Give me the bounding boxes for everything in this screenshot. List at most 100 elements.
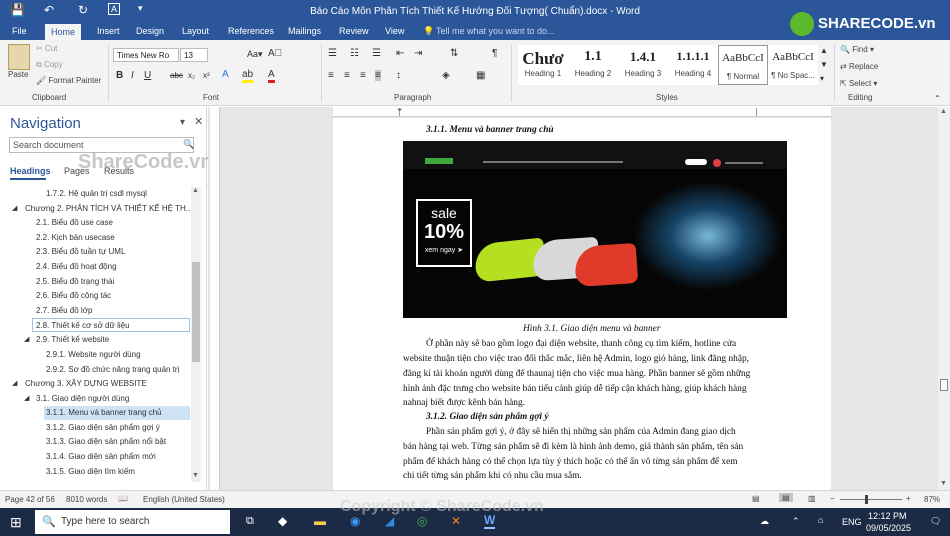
nav-tab-headings[interactable]: Headings [10, 166, 51, 176]
collapse-icon[interactable]: ◢ [12, 379, 17, 387]
nav-heading-item-selected[interactable]: 3.1.1. Menu và banner trang chủ [44, 406, 190, 420]
nav-heading-item[interactable]: 3.1.5. Giao diện tìm kiếm [46, 467, 135, 476]
nav-heading-item[interactable]: 2.3. Biểu đồ tuần tự UML [36, 247, 125, 256]
nav-scroll-thumb[interactable] [192, 262, 200, 362]
multilevel-list-icon[interactable]: ☰ [372, 48, 381, 59]
borders-icon[interactable]: ▦ [476, 70, 485, 81]
font-color-icon[interactable]: A [268, 69, 275, 83]
network-icon[interactable]: ⌂ [818, 515, 823, 525]
zoom-out-icon[interactable]: − [830, 494, 835, 503]
nav-heading-item[interactable]: 2.9. Thiết kế website [36, 335, 109, 344]
strikethrough-icon[interactable]: abc [170, 71, 183, 80]
sort-icon[interactable]: ⇅ [450, 48, 458, 59]
nav-heading-item[interactable]: 3.1.3. Giao diện sản phẩm nổi bật [46, 437, 166, 446]
notification-icon[interactable]: 🗨 [930, 516, 941, 527]
style-heading-3[interactable]: 1.4.1 Heading 3 [618, 45, 668, 85]
tab-design[interactable]: Design [136, 26, 164, 36]
italic-icon[interactable]: I [131, 70, 134, 81]
text-effects-icon[interactable]: A [222, 69, 229, 80]
justify-icon[interactable]: ≡ [375, 70, 381, 81]
taskbar-search-box[interactable]: Type here to search [35, 510, 230, 534]
underline-icon[interactable]: U [144, 70, 151, 81]
copilot-icon[interactable]: ◆ [278, 514, 287, 528]
styles-scroll-down-icon[interactable]: ▼ [820, 60, 828, 69]
word-count[interactable]: 8010 words [66, 495, 107, 504]
tab-view[interactable]: View [385, 26, 404, 36]
nav-heading-item[interactable]: 2.6. Biểu đồ cộng tác [36, 291, 111, 300]
nav-heading-item[interactable]: 2.9.1. Website người dùng [46, 350, 141, 359]
style-normal[interactable]: AaBbCcI ¶ Normal [718, 45, 768, 85]
page-count[interactable]: Page 42 of 56 [5, 495, 55, 504]
clock-date[interactable]: 09/05/2025 [866, 523, 911, 533]
align-left-icon[interactable]: ≡ [328, 70, 334, 81]
document-scroll-thumb[interactable] [940, 379, 948, 391]
tab-file[interactable]: File [12, 26, 27, 36]
close-icon[interactable]: ✕ [194, 115, 203, 128]
collapse-icon[interactable]: ◢ [12, 204, 17, 212]
windows-start-icon[interactable]: ⊞ [10, 514, 22, 531]
nav-heading-item[interactable]: 2.1. Biểu đồ use case [36, 218, 113, 227]
tab-home[interactable]: Home [45, 24, 82, 40]
print-layout-icon[interactable]: ▤ [779, 493, 793, 502]
nav-heading-item[interactable]: Chương 2. PHÂN TÍCH VÀ THIẾT KẾ HỆ TH... [25, 204, 192, 213]
scroll-up-icon[interactable]: ▲ [192, 187, 199, 194]
align-right-icon[interactable]: ≡ [360, 70, 366, 81]
line-spacing-icon[interactable]: ↕ [396, 70, 401, 81]
nav-heading-item[interactable]: 2.9.2. Sơ đồ chức năng trang quản trị [46, 365, 179, 374]
tab-layout[interactable]: Layout [182, 26, 209, 36]
proofing-icon[interactable]: 📖 [118, 494, 128, 503]
web-layout-icon[interactable]: ▥ [808, 494, 816, 503]
search-icon[interactable]: 🔍 [183, 139, 194, 150]
zoom-slider-thumb[interactable] [865, 495, 868, 504]
tab-review[interactable]: Review [339, 26, 369, 36]
zoom-level[interactable]: 87% [924, 495, 940, 504]
indent-marker-icon[interactable]: ⏷ [397, 107, 403, 115]
styles-scroll-up-icon[interactable]: ▲ [820, 46, 828, 55]
tell-me-box[interactable]: Tell me what you want to do... [436, 26, 555, 36]
nav-heading-item[interactable]: 2.7. Biểu đồ lớp [36, 306, 92, 315]
clear-format-icon[interactable]: A⃠ [268, 48, 282, 59]
nav-heading-item[interactable]: 2.2. Kịch bản usecase [36, 233, 115, 242]
nav-heading-item[interactable]: 3.1. Giao diện người dùng [36, 394, 129, 403]
increase-indent-icon[interactable]: ⇥ [414, 48, 422, 59]
superscript-icon[interactable]: x² [203, 71, 210, 80]
font-size-combo[interactable]: 13 [180, 48, 208, 62]
paste-icon[interactable] [8, 44, 30, 70]
document-scrollbar[interactable]: ▲ ▼ [938, 107, 950, 490]
styles-more-icon[interactable]: ▾ [820, 74, 824, 83]
tab-insert[interactable]: Insert [97, 26, 120, 36]
scroll-down-icon[interactable]: ▼ [192, 472, 199, 479]
nav-options-icon[interactable]: ▾ [180, 117, 185, 128]
tab-mailings[interactable]: Mailings [288, 26, 321, 36]
style-heading-2[interactable]: 1.1 Heading 2 [568, 45, 618, 85]
select-button[interactable]: ⇱ Select ▾ [840, 79, 877, 88]
replace-button[interactable]: ⇄ Replace [840, 62, 878, 71]
decrease-indent-icon[interactable]: ⇤ [396, 48, 404, 59]
find-button[interactable]: 🔍 Find ▾ [840, 45, 874, 54]
tray-overflow-icon[interactable]: ⌃ [792, 516, 800, 527]
style-heading-1[interactable]: Chươ Heading 1 [518, 45, 568, 85]
nav-scrollbar[interactable]: ▲ ▼ [191, 187, 201, 482]
edge-icon[interactable]: ◉ [350, 514, 360, 528]
collapse-ribbon-icon[interactable]: ⌃ [934, 94, 941, 103]
tab-references[interactable]: References [228, 26, 274, 36]
bold-icon[interactable]: B [116, 70, 123, 81]
input-language[interactable]: ENG [842, 517, 862, 527]
nav-heading-item[interactable]: 3.1.4. Giao diện sản phẩm mới [46, 452, 156, 461]
chrome-icon[interactable]: ◎ [417, 514, 427, 528]
align-center-icon[interactable]: ≡ [344, 70, 350, 81]
paste-button[interactable]: Paste [8, 70, 28, 79]
collapse-icon[interactable]: ◢ [24, 335, 29, 343]
subscript-icon[interactable]: x₂ [188, 71, 195, 80]
format-painter-button[interactable]: 🖌 Format Painter [36, 76, 101, 85]
highlight-icon[interactable]: ab [242, 69, 254, 83]
nav-heading-item[interactable]: 2.4. Biểu đồ hoạt động [36, 262, 117, 271]
nav-heading-item[interactable]: 2.5. Biểu đồ trạng thái [36, 277, 114, 286]
nav-heading-item[interactable]: 2.8. Thiết kế cơ sở dữ liệu [32, 318, 190, 332]
cut-button[interactable]: ✂ Cut [36, 44, 57, 53]
scroll-up-icon[interactable]: ▲ [940, 108, 947, 115]
zoom-slider[interactable] [840, 499, 902, 500]
font-name-combo[interactable]: Times New Ro [113, 48, 179, 62]
weather-icon[interactable]: ☁ [760, 516, 769, 527]
xampp-icon[interactable]: ✕ [451, 514, 461, 528]
